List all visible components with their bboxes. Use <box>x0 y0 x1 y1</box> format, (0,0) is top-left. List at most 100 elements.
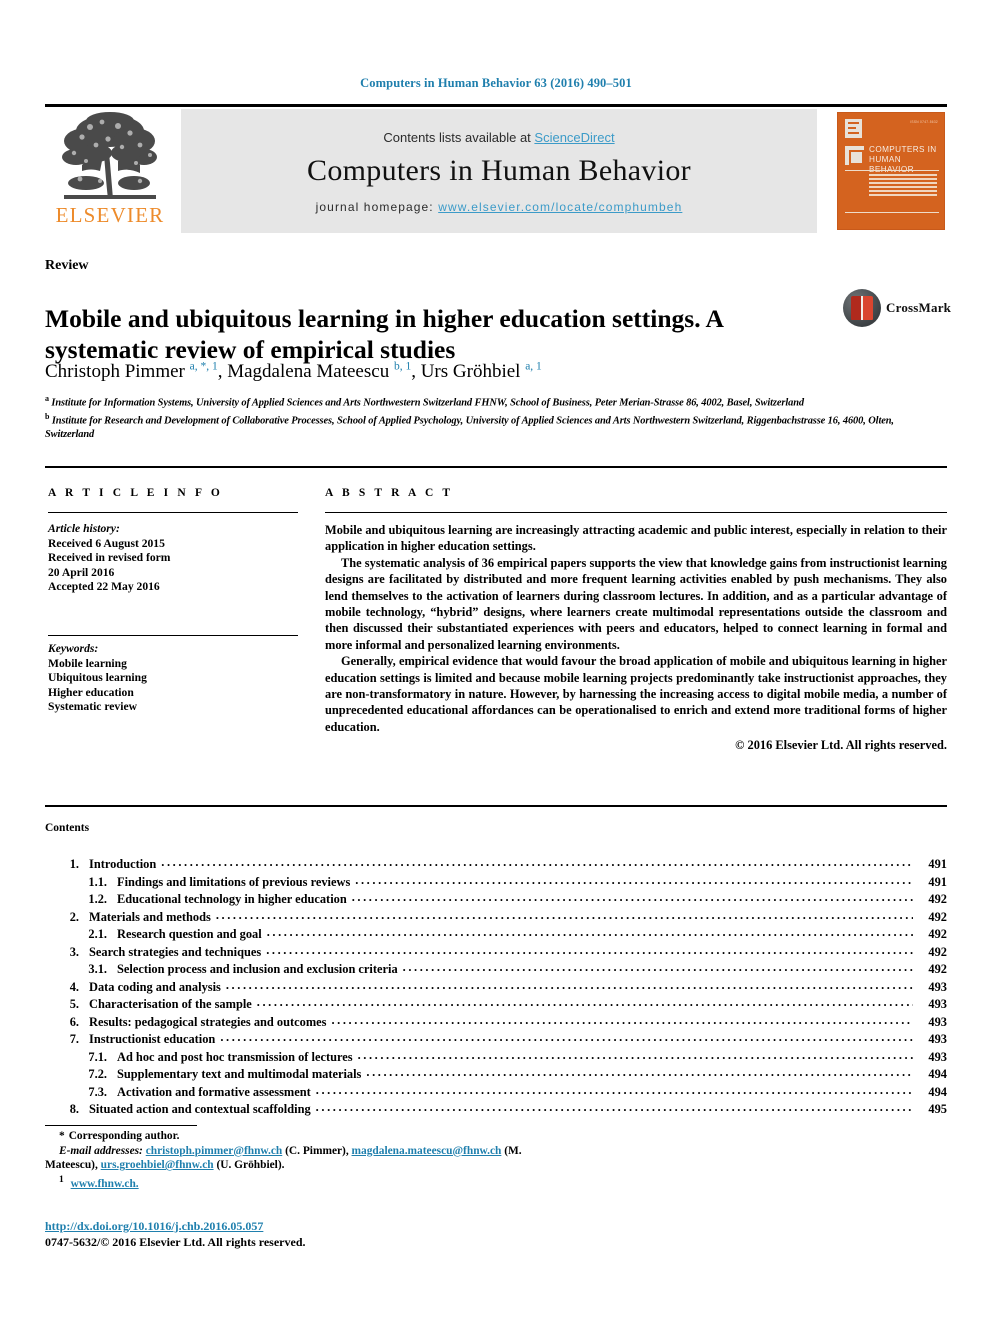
contents-heading: Contents <box>45 822 90 834</box>
abstract-paragraph: Mobile and ubiquitous learning are incre… <box>325 523 947 554</box>
toc-entry-number: 7.1. <box>88 1049 107 1064</box>
article-info-rule <box>48 512 298 513</box>
abstract-column: A B S T R A C T Mobile and ubiquitous le… <box>325 487 947 753</box>
cover-title-line1: COMPUTERS IN <box>869 145 937 154</box>
toc-leader-dots: ........................................… <box>215 907 913 922</box>
toc-entry-label: Materials and methods <box>89 909 211 924</box>
toc-entry-label: Instructionist education <box>89 1032 216 1046</box>
toc-entry-label: Situated action and contextual scaffoldi… <box>89 1102 311 1116</box>
toc-leader-dots: ........................................… <box>331 1012 913 1027</box>
info-block-rule-bottom <box>45 805 947 807</box>
elsevier-tree-icon <box>62 112 157 199</box>
toc-leader-dots: ........................................… <box>256 995 913 1009</box>
toc-leader-dots: ........................................… <box>355 872 913 887</box>
cover-text-lines <box>869 174 937 198</box>
issn-copyright-line: 0747-5632/© 2016 Elsevier Ltd. All right… <box>45 1235 306 1249</box>
toc-leader-dots: ........................................… <box>220 1030 913 1044</box>
elsevier-wordmark: ELSEVIER <box>55 203 165 227</box>
journal-cover-thumbnail[interactable]: ISSN 0747-5632 COMPUTERS IN HUMAN BEHAVI… <box>823 107 947 235</box>
toc-leader-dots: ........................................… <box>315 1082 913 1097</box>
toc-entry-page: 492 <box>928 892 947 906</box>
toc-entry-number: 3. <box>69 944 79 959</box>
keywords-label: Keywords: <box>48 641 99 655</box>
toc-entry-number: 1.1. <box>88 874 107 889</box>
journal-banner: Contents lists available at ScienceDirec… <box>181 109 817 233</box>
affiliation-a: a Institute for Information Systems, Uni… <box>45 394 804 409</box>
author-list: Christoph Pimmer a, *, 1, Magdalena Mate… <box>45 361 542 383</box>
toc-entry-number: 7. <box>69 1032 79 1046</box>
toc-entry-page: 493 <box>928 1014 947 1029</box>
contents-available-prefix: Contents lists available at <box>383 130 535 145</box>
cover-square-icon <box>845 146 864 165</box>
elsevier-logo: ELSEVIER <box>45 107 175 235</box>
running-head: Computers in Human Behavior 63 (2016) 49… <box>360 76 632 90</box>
table-of-contents: 1. Introduction..........................… <box>45 855 947 1119</box>
toc-entry-page: 493 <box>928 979 947 994</box>
keyword-item: Systematic review <box>48 700 137 714</box>
toc-entry-number: 7.3. <box>88 1084 107 1099</box>
cover-elsevier-icon <box>845 119 862 138</box>
toc-leader-dots: ........................................… <box>225 977 913 992</box>
abstract-rule <box>325 512 947 513</box>
toc-entry-number: 1. <box>69 857 79 871</box>
cover-rule-top <box>845 170 939 171</box>
article-history-label: Article history: <box>48 522 120 535</box>
toc-entry-page: 492 <box>928 927 947 941</box>
toc-entry-number: 7.2. <box>88 1067 107 1081</box>
toc-entry-label: Characterisation of the sample <box>89 997 252 1011</box>
toc-entry-label: Introduction <box>89 857 157 871</box>
cover-title-line2: HUMAN BEHAVIOR <box>869 155 914 174</box>
abstract-heading: A B S T R A C T <box>325 487 454 499</box>
toc-leader-dots: ........................................… <box>351 890 913 904</box>
journal-masthead: ELSEVIER Contents lists available at Sci… <box>45 104 947 235</box>
affiliation-b-text: Institute for Research and Development o… <box>45 415 894 441</box>
fhnw-note: 1 www.fhnw.ch. <box>45 1173 545 1191</box>
article-info-column: A R T I C L E I N F O Article history: R… <box>48 487 298 715</box>
toc-leader-dots: ........................................… <box>266 942 913 957</box>
info-block-rule-top <box>45 466 947 468</box>
corresponding-author-note: * Corresponding author. <box>45 1129 545 1144</box>
crossmark-badge[interactable]: CrossMark <box>843 288 951 328</box>
toc-entry-number: 4. <box>69 979 79 994</box>
footnote-block: * Corresponding author. E-mail addresses:… <box>45 1129 545 1191</box>
footnote-rule <box>45 1125 197 1126</box>
article-history-item: Accepted 22 May 2016 <box>48 580 160 594</box>
toc-entry-label: Data coding and analysis <box>89 979 221 994</box>
journal-homepage-link[interactable]: www.elsevier.com/locate/comphumbeh <box>438 200 682 214</box>
fhnw-link[interactable]: www.fhnw.ch. <box>71 1178 139 1190</box>
toc-entry-label: Research question and goal <box>117 927 262 941</box>
contents-available-line: Contents lists available at ScienceDirec… <box>383 130 614 145</box>
toc-entry-label: Search strategies and techniques <box>89 944 262 959</box>
email-link-groehbiel[interactable]: urs.groehbiel@fhnw.ch <box>101 1159 214 1171</box>
toc-entry-page: 494 <box>928 1084 947 1099</box>
journal-homepage-line: journal homepage: www.elsevier.com/locat… <box>316 200 683 214</box>
affiliation-list: a Institute for Information Systems, Uni… <box>45 392 900 442</box>
article-history-item: Received in revised form <box>48 551 171 565</box>
abstract-copyright: © 2016 Elsevier Ltd. All rights reserved… <box>735 738 947 753</box>
toc-entry-page: 492 <box>928 962 947 976</box>
toc-leader-dots: ........................................… <box>357 1047 913 1062</box>
keyword-item: Higher education <box>48 685 134 699</box>
imprint-block: http://dx.doi.org/10.1016/j.chb.2016.05.… <box>45 1218 306 1250</box>
email-link-mateescu[interactable]: magdalena.mateescu@fhnw.ch <box>352 1145 502 1157</box>
journal-title: Computers in Human Behavior <box>307 154 691 187</box>
toc-entry-page: 491 <box>928 857 947 871</box>
keyword-item: Ubiquitous learning <box>48 671 147 685</box>
article-first-page: Computers in Human Behavior 63 (2016) 49… <box>0 0 992 1323</box>
email-note: E-mail addresses: christoph.pimmer@fhnw.… <box>45 1144 522 1172</box>
keyword-item: Mobile learning <box>48 656 127 670</box>
email-link-pimmer[interactable]: christoph.pimmer@fhnw.ch <box>146 1145 283 1157</box>
toc-entry-page: 494 <box>928 1067 947 1081</box>
toc-entry-number: 6. <box>69 1014 79 1029</box>
article-history-item: Received 6 August 2015 <box>48 536 165 550</box>
toc-entry-page: 493 <box>928 1049 947 1064</box>
toc-entry-label: Ad hoc and post hoc transmission of lect… <box>117 1049 353 1064</box>
sciencedirect-link[interactable]: ScienceDirect <box>534 130 614 145</box>
toc-entry[interactable]: 8. Situated action and contextual scaffol… <box>45 1100 947 1119</box>
keywords-rule <box>48 634 298 636</box>
article-type-label: Review <box>45 258 89 273</box>
toc-leader-dots: ........................................… <box>315 1100 913 1114</box>
email-label: E-mail addresses: <box>59 1144 143 1157</box>
toc-entry-number: 2.1. <box>88 927 107 941</box>
doi-link[interactable]: http://dx.doi.org/10.1016/j.chb.2016.05.… <box>45 1219 263 1233</box>
